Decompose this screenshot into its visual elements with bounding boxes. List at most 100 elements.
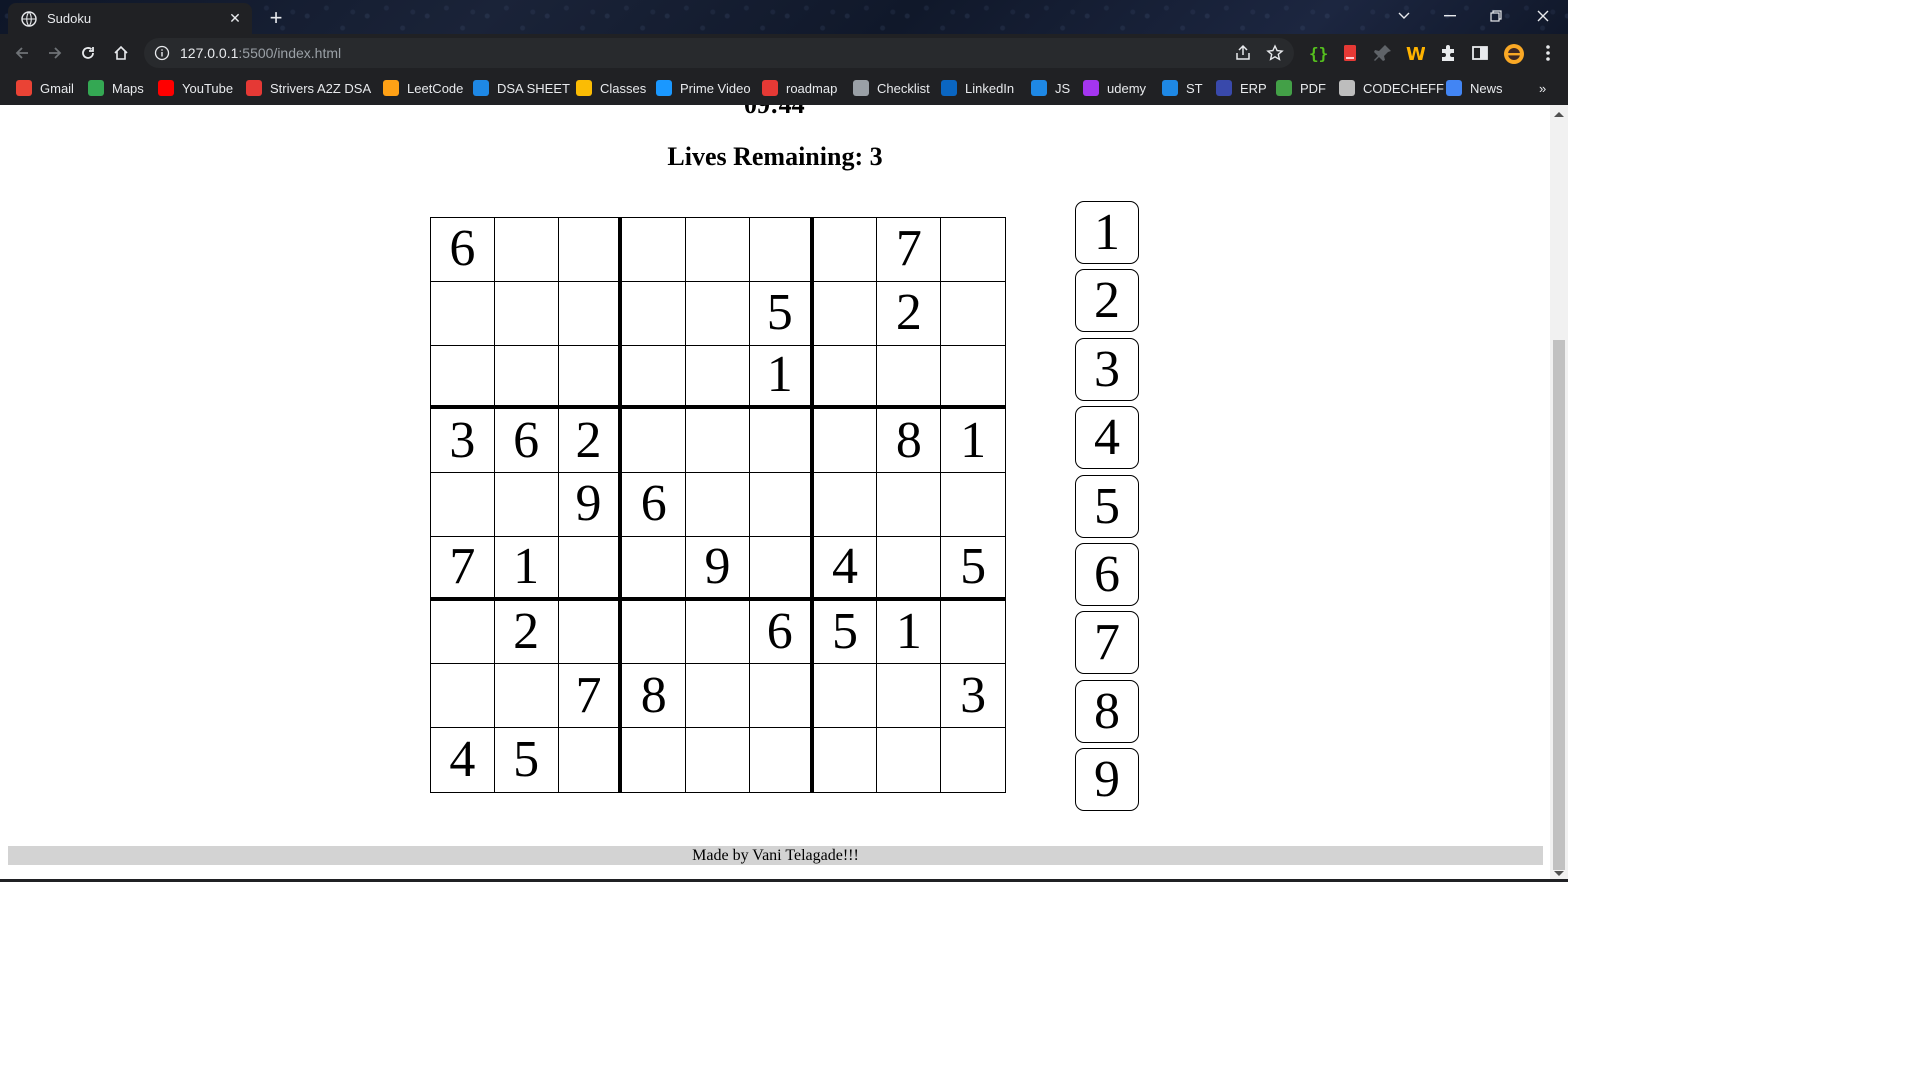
bookmark-gmail[interactable]: Gmail bbox=[16, 78, 74, 98]
sudoku-cell-r9-c6[interactable] bbox=[750, 728, 814, 792]
sudoku-cell-r5-c2[interactable] bbox=[494, 473, 559, 537]
bookmark-js[interactable]: JS bbox=[1031, 78, 1070, 98]
sudoku-cell-r3-c3[interactable] bbox=[558, 345, 623, 410]
bookmark-maps[interactable]: Maps bbox=[88, 78, 144, 98]
digit-button-8[interactable]: 8 bbox=[1075, 679, 1139, 743]
sudoku-cell-r9-c4[interactable] bbox=[622, 728, 687, 792]
sudoku-cell-r8-c7[interactable] bbox=[813, 664, 878, 729]
sudoku-cell-r7-c2[interactable]: 2 bbox=[494, 600, 559, 665]
sudoku-cell-r7-c5[interactable] bbox=[686, 600, 750, 665]
sudoku-cell-r1-c7[interactable] bbox=[813, 218, 878, 282]
sudoku-cell-r8-c6[interactable] bbox=[749, 664, 814, 729]
bookmark-classes[interactable]: Classes bbox=[576, 78, 646, 98]
sudoku-cell-r2-c9[interactable] bbox=[941, 282, 1005, 346]
sudoku-cell-r6-c4[interactable] bbox=[622, 536, 687, 601]
scroll-up-arrow-icon[interactable] bbox=[1554, 112, 1564, 117]
sudoku-cell-r2-c1[interactable] bbox=[431, 281, 495, 346]
extension-red-book-icon[interactable] bbox=[1340, 43, 1360, 63]
digit-button-7[interactable]: 7 bbox=[1075, 611, 1139, 675]
sudoku-cell-r8-c5[interactable] bbox=[686, 664, 750, 729]
scrollbar-thumb[interactable] bbox=[1553, 340, 1565, 870]
browser-tab[interactable]: Sudoku ✕ bbox=[8, 3, 252, 34]
sudoku-cell-r8-c4[interactable]: 8 bbox=[622, 664, 687, 729]
bookmark-erp[interactable]: ERP bbox=[1216, 78, 1267, 98]
sudoku-cell-r6-c6[interactable] bbox=[749, 536, 814, 601]
digit-button-5[interactable]: 5 bbox=[1075, 474, 1139, 538]
sudoku-cell-r9-c7[interactable] bbox=[814, 728, 878, 792]
address-bar[interactable]: 127.0.0.1:5500/index.html bbox=[144, 38, 1294, 68]
bookmark-dsa-sheet[interactable]: DSA SHEET bbox=[473, 78, 570, 98]
sudoku-cell-r2-c2[interactable] bbox=[494, 281, 559, 346]
bookmark-news[interactable]: News bbox=[1446, 78, 1503, 98]
sudoku-cell-r3-c7[interactable] bbox=[813, 345, 878, 410]
bookmark-youtube[interactable]: YouTube bbox=[158, 78, 233, 98]
scroll-down-arrow-icon[interactable] bbox=[1554, 871, 1564, 876]
sudoku-cell-r2-c8[interactable]: 2 bbox=[877, 281, 942, 346]
sudoku-cell-r5-c6[interactable] bbox=[749, 473, 814, 537]
sudoku-cell-r3-c5[interactable] bbox=[686, 345, 750, 410]
sudoku-cell-r5-c1[interactable] bbox=[431, 473, 495, 537]
bookmark-checklist[interactable]: Checklist bbox=[853, 78, 930, 98]
sudoku-cell-r9-c9[interactable] bbox=[941, 728, 1005, 792]
extension-w-icon[interactable]: W bbox=[1405, 43, 1426, 65]
side-panel-icon[interactable] bbox=[1470, 43, 1490, 63]
sudoku-cell-r9-c1[interactable]: 4 bbox=[431, 728, 495, 792]
tab-search-icon[interactable] bbox=[1381, 0, 1427, 32]
digit-button-1[interactable]: 1 bbox=[1075, 201, 1139, 264]
sudoku-cell-r6-c3[interactable] bbox=[558, 536, 623, 601]
sudoku-cell-r4-c1[interactable]: 3 bbox=[431, 409, 495, 474]
bookmark-udemy[interactable]: udemy bbox=[1083, 78, 1146, 98]
bookmark-roadmap[interactable]: roadmap bbox=[762, 78, 837, 98]
sudoku-cell-r3-c6[interactable]: 1 bbox=[749, 345, 814, 410]
sudoku-cell-r1-c2[interactable] bbox=[494, 218, 559, 282]
extensions-puzzle-icon[interactable] bbox=[1438, 43, 1458, 63]
sudoku-cell-r3-c9[interactable] bbox=[941, 346, 1005, 410]
sudoku-cell-r7-c7[interactable]: 5 bbox=[813, 600, 878, 665]
sudoku-cell-r9-c2[interactable]: 5 bbox=[495, 728, 559, 792]
extension-pin-icon[interactable] bbox=[1373, 43, 1393, 63]
bookmark-st[interactable]: ST bbox=[1162, 78, 1203, 98]
sudoku-cell-r1-c5[interactable] bbox=[686, 218, 750, 282]
sudoku-cell-r1-c1[interactable]: 6 bbox=[431, 218, 495, 282]
sudoku-cell-r3-c2[interactable] bbox=[494, 345, 559, 410]
sudoku-cell-r6-c9[interactable]: 5 bbox=[941, 537, 1005, 601]
sudoku-cell-r3-c4[interactable] bbox=[622, 345, 687, 410]
home-icon[interactable] bbox=[108, 40, 134, 66]
digit-button-9[interactable]: 9 bbox=[1075, 748, 1139, 812]
bookmark-prime-video[interactable]: Prime Video bbox=[656, 78, 751, 98]
sudoku-cell-r1-c6[interactable] bbox=[749, 218, 814, 282]
sudoku-cell-r3-c1[interactable] bbox=[431, 345, 495, 410]
close-window-icon[interactable] bbox=[1520, 0, 1566, 32]
sudoku-cell-r2-c4[interactable] bbox=[622, 281, 687, 346]
back-icon[interactable] bbox=[9, 40, 35, 66]
sudoku-cell-r4-c8[interactable]: 8 bbox=[877, 409, 942, 474]
sudoku-cell-r4-c5[interactable] bbox=[686, 409, 750, 474]
restore-icon[interactable] bbox=[1473, 0, 1519, 32]
sudoku-cell-r4-c6[interactable] bbox=[749, 409, 814, 474]
sudoku-cell-r7-c8[interactable]: 1 bbox=[877, 600, 942, 665]
sudoku-cell-r1-c8[interactable]: 7 bbox=[877, 218, 942, 282]
bookmark-linkedin[interactable]: LinkedIn bbox=[941, 78, 1014, 98]
sudoku-cell-r6-c1[interactable]: 7 bbox=[431, 536, 495, 601]
sudoku-cell-r2-c3[interactable] bbox=[558, 281, 623, 346]
sudoku-cell-r5-c4[interactable]: 6 bbox=[622, 473, 687, 537]
close-tab-icon[interactable]: ✕ bbox=[226, 10, 244, 28]
extension-bracket-icon[interactable]: {} bbox=[1307, 43, 1328, 63]
sudoku-cell-r1-c9[interactable] bbox=[941, 218, 1005, 282]
digit-button-6[interactable]: 6 bbox=[1075, 542, 1139, 606]
sudoku-cell-r8-c8[interactable] bbox=[877, 664, 942, 729]
sudoku-cell-r4-c3[interactable]: 2 bbox=[558, 409, 623, 474]
sudoku-cell-r4-c4[interactable] bbox=[622, 409, 687, 474]
sudoku-cell-r6-c7[interactable]: 4 bbox=[813, 536, 878, 601]
sudoku-cell-r4-c7[interactable] bbox=[813, 409, 878, 474]
sudoku-cell-r5-c9[interactable] bbox=[941, 473, 1005, 537]
bookmark-leetcode[interactable]: LeetCode bbox=[383, 78, 463, 98]
sudoku-cell-r7-c1[interactable] bbox=[431, 600, 495, 665]
sudoku-cell-r2-c5[interactable] bbox=[686, 281, 750, 346]
sudoku-cell-r8-c3[interactable]: 7 bbox=[558, 664, 623, 729]
sudoku-cell-r7-c6[interactable]: 6 bbox=[749, 600, 814, 665]
sudoku-cell-r4-c2[interactable]: 6 bbox=[494, 409, 559, 474]
bookmark-strivers-a2z-dsa[interactable]: Strivers A2Z DSA bbox=[246, 78, 371, 98]
bookmarks-overflow-button[interactable]: » bbox=[1539, 78, 1546, 98]
sudoku-cell-r5-c7[interactable] bbox=[813, 473, 878, 537]
